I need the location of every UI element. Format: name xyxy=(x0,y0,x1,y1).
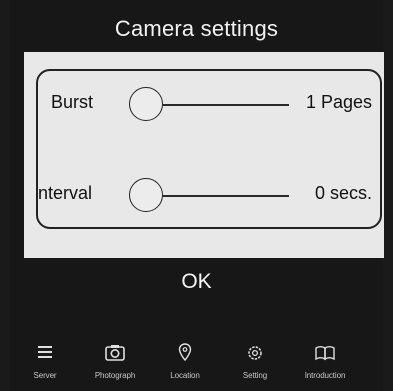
nav-label-server: Server xyxy=(33,371,57,380)
ok-button[interactable]: OK xyxy=(0,270,393,294)
page-title: Camera settings xyxy=(114,16,279,41)
menu-icon xyxy=(38,346,52,358)
nav-label-photograph: Photograph xyxy=(94,371,136,380)
burst-slider-knob[interactable] xyxy=(129,87,163,121)
nav-item-photograph[interactable]: Photograph xyxy=(80,340,150,380)
interval-label: nterval xyxy=(38,183,93,203)
burst-value: 1 Pages xyxy=(305,92,372,112)
nav-item-location[interactable]: Location xyxy=(150,340,220,380)
nav-label-introduction: Introduction xyxy=(304,371,346,380)
camera-icon xyxy=(105,345,125,361)
burst-row: Burst 1 Pages xyxy=(36,84,382,124)
interval-row: nterval 0 secs. xyxy=(36,175,382,215)
burst-slider-track[interactable] xyxy=(163,104,289,106)
book-icon xyxy=(315,345,335,361)
nav-item-server[interactable]: Server xyxy=(10,340,80,380)
nav-item-introduction[interactable]: Introduction xyxy=(290,340,360,380)
nav-item-setting[interactable]: Setting xyxy=(220,340,290,380)
interval-slider-track[interactable] xyxy=(163,195,289,197)
location-pin-icon xyxy=(178,343,192,362)
interval-value: 0 secs. xyxy=(314,183,372,203)
nav-label-location: Location xyxy=(170,371,200,380)
gear-icon xyxy=(248,346,262,360)
burst-label: Burst xyxy=(51,92,94,112)
bottom-navigation: Server Photograph Location Setting Intro… xyxy=(0,340,393,391)
nav-label-setting: Setting xyxy=(242,371,268,380)
interval-slider-knob[interactable] xyxy=(129,178,163,212)
